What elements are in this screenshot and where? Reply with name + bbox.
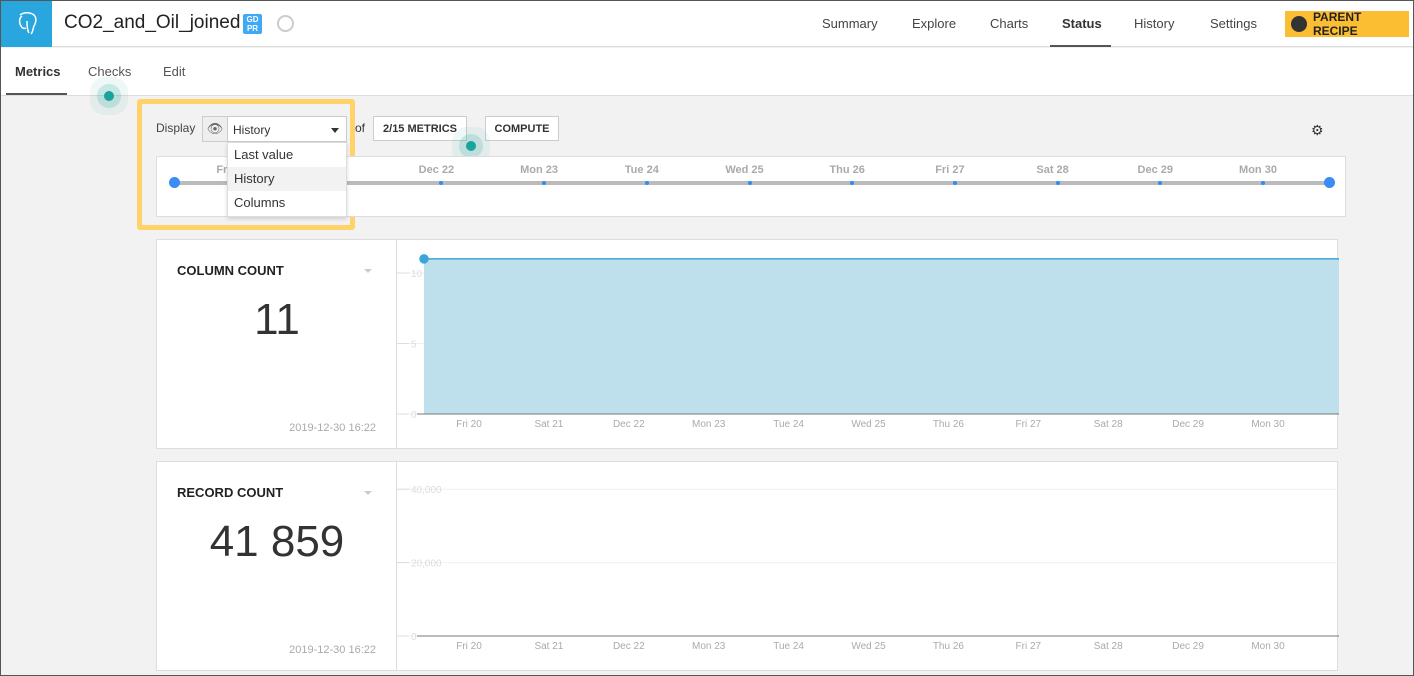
timeline-label: Thu 26 bbox=[829, 164, 865, 176]
x-tick-label: Sat 28 bbox=[1094, 419, 1123, 430]
metric-value: 41 859 bbox=[209, 517, 345, 566]
caret-down-icon[interactable] bbox=[364, 269, 372, 273]
recipe-icon bbox=[1291, 16, 1307, 32]
x-tick-label: Mon 30 bbox=[1251, 641, 1285, 652]
x-tick-label: Fri 20 bbox=[456, 641, 482, 652]
nav-explore[interactable]: Explore bbox=[912, 16, 956, 31]
of-label: of bbox=[355, 121, 366, 135]
gdpr-badge[interactable]: GD PR bbox=[243, 14, 262, 34]
x-tick-label: Thu 26 bbox=[933, 419, 965, 430]
data-point bbox=[419, 254, 429, 264]
timeline-tick bbox=[1055, 181, 1060, 185]
timeline-label: Sat 28 bbox=[1036, 164, 1069, 176]
nav-status[interactable]: Status bbox=[1062, 16, 1102, 31]
display-dropdown: Last value History Columns bbox=[227, 142, 347, 217]
metric-name: RECORD COUNT bbox=[177, 485, 284, 500]
x-tick-label: Fri 27 bbox=[1016, 641, 1042, 652]
postgres-elephant-icon[interactable] bbox=[1, 1, 52, 47]
tab-edit[interactable]: Edit bbox=[163, 64, 185, 79]
nav-charts[interactable]: Charts bbox=[990, 16, 1028, 31]
timeline-tick bbox=[644, 181, 649, 185]
tab-checks[interactable]: Checks bbox=[88, 64, 131, 79]
nav-settings[interactable]: Settings bbox=[1210, 16, 1257, 31]
compute-button[interactable]: COMPUTE bbox=[485, 116, 559, 141]
display-label: Display bbox=[156, 121, 196, 135]
parent-recipe-label: PARENT RECIPE bbox=[1312, 10, 1362, 38]
caret-down-icon[interactable] bbox=[364, 491, 372, 495]
eye-icon: 👁 bbox=[202, 116, 228, 142]
metric-card-column-count: COLUMN COUNT 11 2019-12-30 16:22 0 5 10 Fri… bbox=[156, 239, 1339, 449]
caret-down-icon bbox=[331, 128, 339, 133]
x-tick-label: Tue 24 bbox=[773, 641, 804, 652]
metric-date: 2019-12-30 16:22 bbox=[289, 422, 376, 434]
timeline-start-handle[interactable] bbox=[169, 177, 180, 188]
metric-value: 11 bbox=[254, 295, 300, 344]
sub-tab-bar: Metrics Checks Edit bbox=[1, 48, 1413, 96]
hint-dot bbox=[104, 91, 114, 101]
x-tick-label: Dec 22 bbox=[613, 419, 645, 430]
area-fill bbox=[424, 258, 1339, 414]
active-subtab-underline bbox=[6, 93, 67, 95]
parent-recipe-button[interactable]: PARENT RECIPE bbox=[1285, 10, 1409, 38]
timeline-label: Mon 23 bbox=[520, 164, 559, 176]
record-count-chart: 0 20,000 40,000 Fri 20 Sat 21 Dec 22 Mon 23 Tue… bbox=[397, 485, 1339, 652]
display-select[interactable]: History bbox=[227, 116, 347, 142]
x-tick-label: Sat 28 bbox=[1094, 641, 1123, 652]
option-last-value[interactable]: Last value bbox=[228, 143, 346, 167]
nav-summary[interactable]: Summary bbox=[822, 16, 878, 31]
metric-date: 2019-12-30 16:22 bbox=[289, 644, 376, 656]
x-tick-label: Mon 23 bbox=[692, 641, 726, 652]
timeline-label: Tue 24 bbox=[624, 164, 659, 176]
x-tick-label: Tue 24 bbox=[773, 419, 804, 430]
x-tick-label: Thu 26 bbox=[933, 641, 965, 652]
hint-dot bbox=[466, 141, 476, 151]
x-tick-label: Dec 22 bbox=[613, 641, 645, 652]
x-tick-label: Mon 30 bbox=[1251, 419, 1285, 430]
y-tick-label: 20,000 bbox=[411, 559, 442, 570]
timeline-label: Dec 29 bbox=[1137, 164, 1174, 176]
y-tick-label: 0 bbox=[411, 410, 417, 421]
timeline-label: Mon 30 bbox=[1239, 164, 1277, 176]
column-count-chart: 0 5 10 Fri 20 Sat 21 Dec 22 Mon 23 Tue 24 Wed 25… bbox=[397, 254, 1339, 430]
compass-icon[interactable] bbox=[277, 15, 294, 32]
tab-metrics[interactable]: Metrics bbox=[15, 64, 61, 79]
x-tick-label: Fri 27 bbox=[1016, 419, 1042, 430]
top-bar: CO2_and_Oil_joined GD PR Summary Explore … bbox=[1, 1, 1413, 47]
metric-name: COLUMN COUNT bbox=[177, 263, 284, 278]
timeline-tick bbox=[1261, 181, 1265, 185]
x-tick-label: Dec 29 bbox=[1172, 641, 1204, 652]
option-columns[interactable]: Columns bbox=[228, 191, 346, 215]
x-tick-label: Sat 21 bbox=[534, 641, 563, 652]
x-tick-label: Wed 25 bbox=[851, 641, 886, 652]
x-tick-label: Dec 29 bbox=[1172, 419, 1204, 430]
timeline-tick bbox=[747, 181, 752, 185]
timeline-tick bbox=[952, 181, 957, 185]
timeline-track bbox=[174, 181, 1330, 185]
x-tick-label: Sat 21 bbox=[534, 419, 563, 430]
x-tick-label: Wed 25 bbox=[851, 419, 886, 430]
metric-card-record-count: RECORD COUNT 41 859 2019-12-30 16:22 0 20… bbox=[156, 461, 1339, 671]
timeline-label: Fri 27 bbox=[935, 164, 965, 176]
gear-icon[interactable]: ⚙ bbox=[1311, 122, 1324, 139]
active-tab-underline bbox=[1050, 45, 1111, 47]
metrics-button[interactable]: 2/15 METRICS bbox=[373, 116, 467, 141]
nav-history[interactable]: History bbox=[1134, 16, 1174, 31]
dataset-title: CO2_and_Oil_joined bbox=[64, 12, 241, 33]
y-tick-label: 0 bbox=[411, 632, 417, 643]
y-tick-label: 5 bbox=[411, 340, 417, 351]
timeline-label: Dec 22 bbox=[418, 164, 455, 176]
display-select-value: History bbox=[233, 123, 271, 137]
y-tick-label: 10 bbox=[411, 269, 423, 280]
option-history[interactable]: History bbox=[228, 167, 346, 191]
x-tick-label: Mon 23 bbox=[692, 419, 726, 430]
y-tick-label: 40,000 bbox=[411, 485, 442, 496]
x-tick-label: Fri 20 bbox=[456, 419, 482, 430]
timeline-label: Wed 25 bbox=[725, 164, 764, 176]
timeline-end-handle[interactable] bbox=[1324, 177, 1335, 188]
